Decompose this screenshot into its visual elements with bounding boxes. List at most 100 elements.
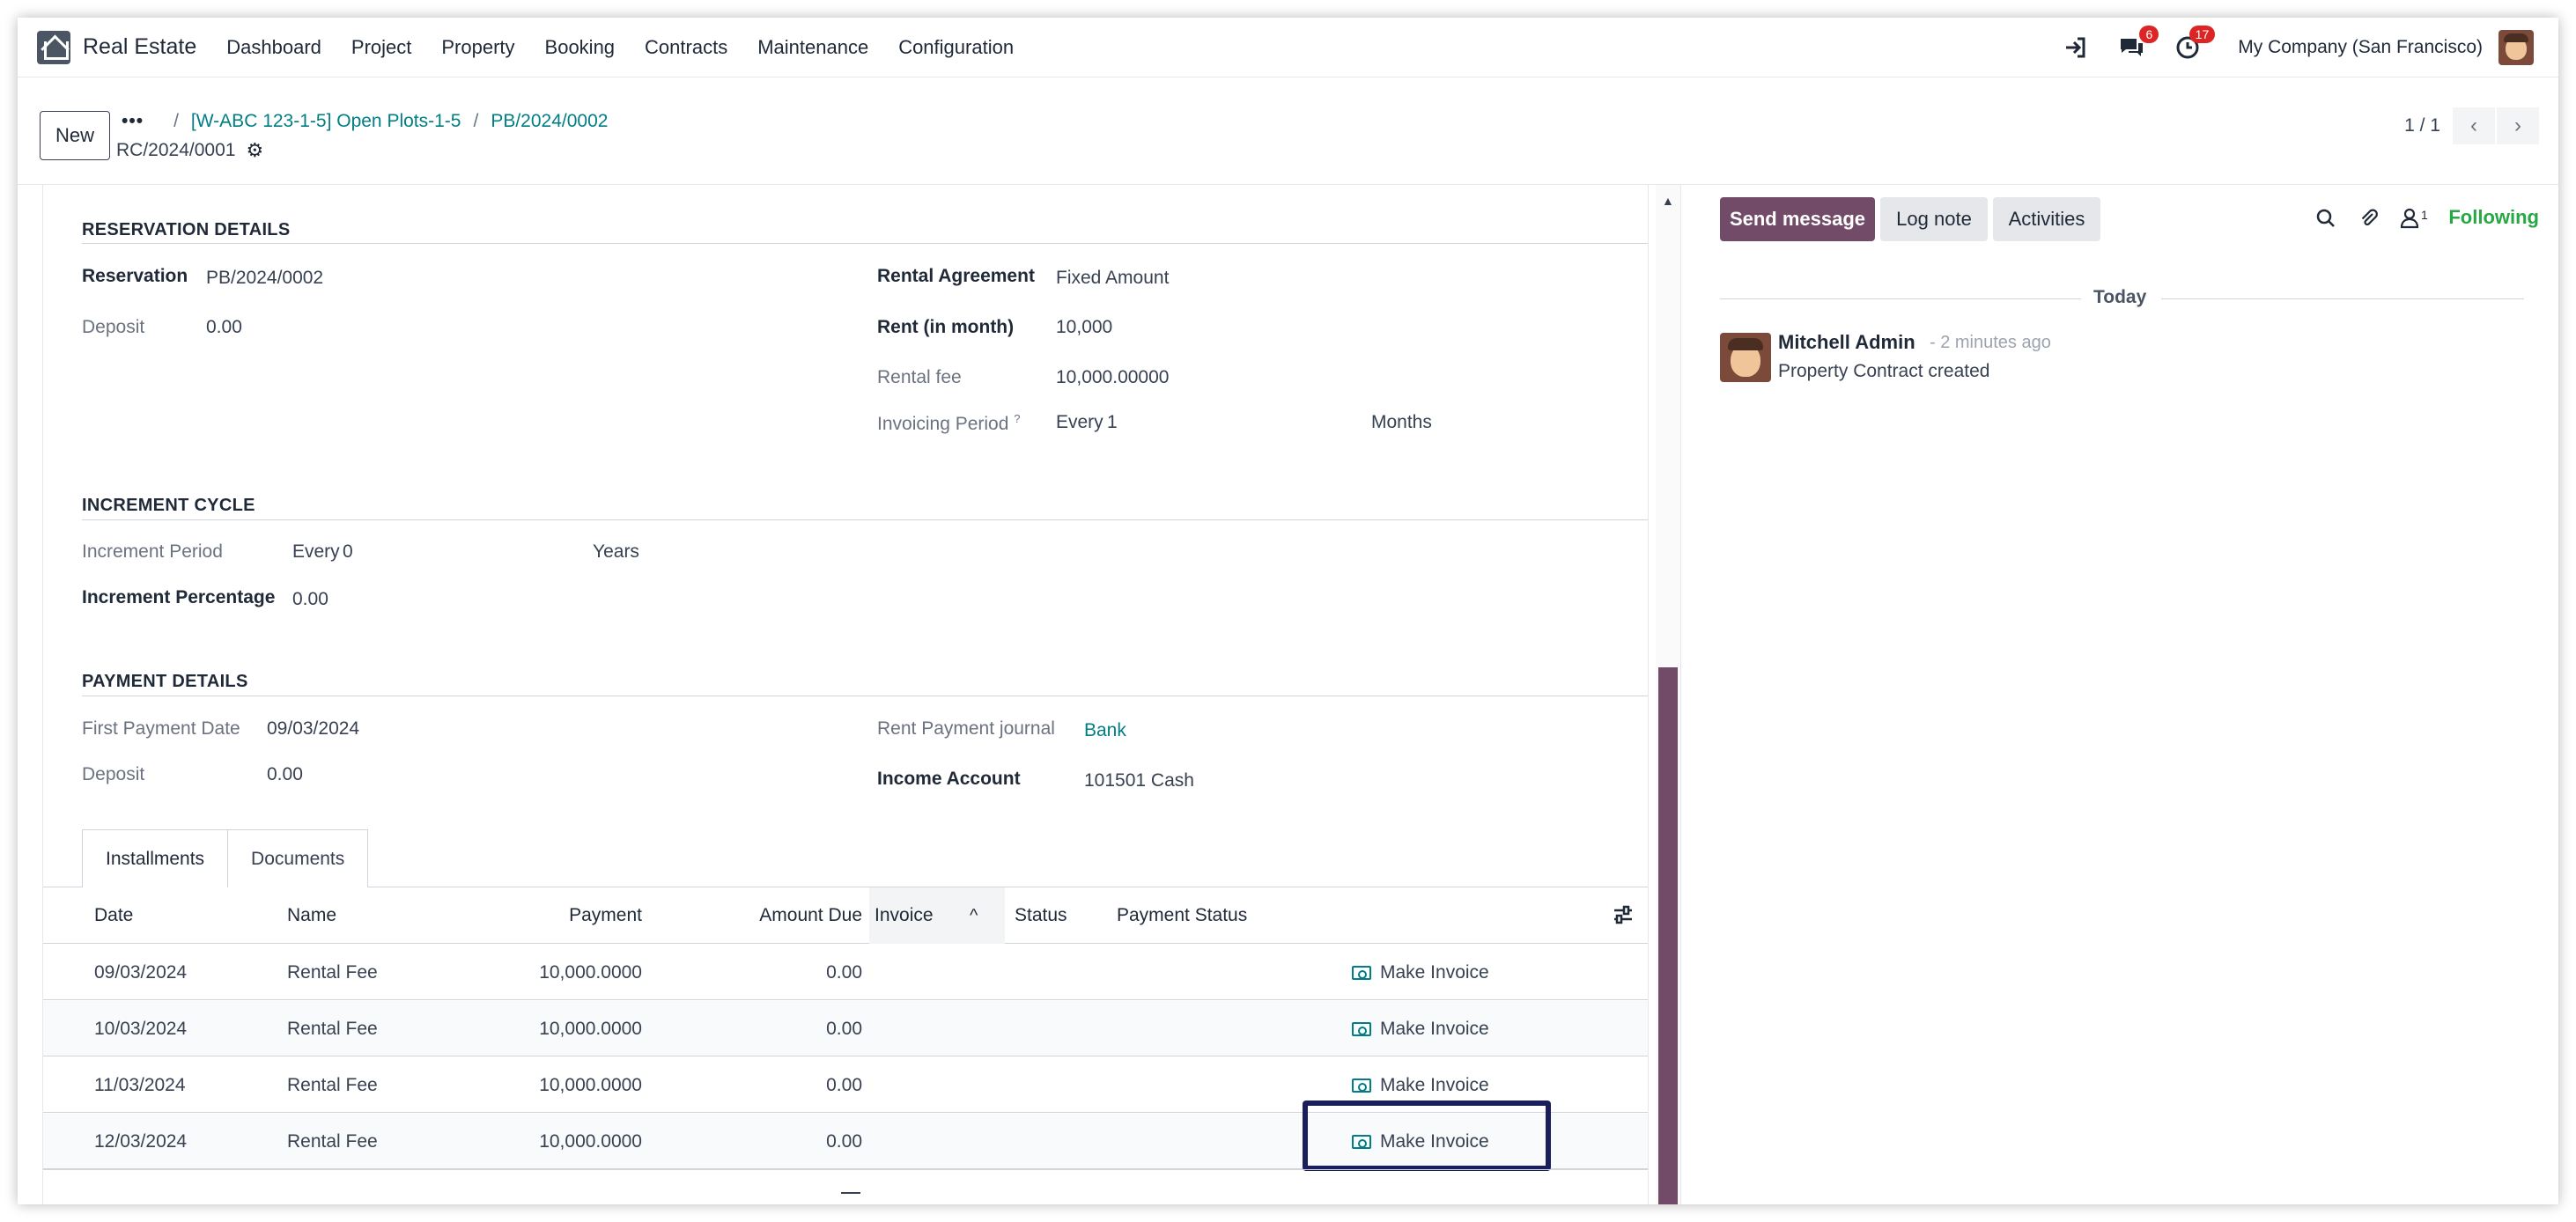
search-icon[interactable] (2315, 208, 2336, 235)
cell-amount-due: 0.00 (826, 961, 862, 983)
date-separator-line (2161, 298, 2524, 299)
record-name: RC/2024/0001 (116, 140, 236, 160)
menu-project[interactable]: Project (351, 36, 411, 59)
rental-agreement-label: Rental Agreement (877, 266, 1035, 286)
tab-installments[interactable]: Installments (82, 829, 229, 887)
increment-period-field[interactable]: 0 (343, 541, 353, 563)
increment-percentage-field[interactable]: 0.00 (292, 589, 328, 610)
form-scrollbar-thumb[interactable] (1658, 667, 1678, 1204)
user-avatar[interactable] (2498, 30, 2534, 65)
help-tooltip-icon[interactable]: ? (1014, 412, 1020, 425)
column-payment-status[interactable]: Payment Status (1117, 887, 1247, 944)
tab-documents[interactable]: Documents (228, 829, 369, 887)
rental-fee-field[interactable]: 10,000.00000 (1056, 367, 1169, 388)
send-message-button[interactable]: Send message (1720, 197, 1875, 241)
gear-icon[interactable]: ⚙ (246, 139, 263, 162)
record-title: RC/2024/0001 ⚙ (116, 139, 263, 162)
following-button[interactable]: Following (2448, 206, 2539, 229)
breadcrumb-booking-link[interactable]: PB/2024/0002 (491, 111, 608, 132)
cell-date: 12/03/2024 (94, 1130, 188, 1152)
cell-amount-due: 0.00 (826, 1074, 862, 1095)
app-name[interactable]: Real Estate (83, 34, 196, 60)
log-note-button[interactable]: Log note (1880, 197, 1988, 241)
sign-in-icon[interactable] (2060, 33, 2090, 63)
first-payment-date-label: First Payment Date (82, 718, 240, 739)
payment-deposit-field[interactable]: 0.00 (267, 764, 303, 785)
make-invoice-label: Make Invoice (1380, 1074, 1489, 1095)
pager-next-button[interactable]: › (2497, 107, 2539, 144)
first-payment-date-field[interactable]: 09/03/2024 (267, 718, 359, 740)
top-navbar: Real Estate Dashboard Project Property B… (18, 18, 2558, 77)
activities-button[interactable]: Activities (1993, 197, 2100, 241)
table-row[interactable]: 10/03/2024 Rental Fee 10,000.0000 0.00 M… (43, 1001, 1648, 1056)
invoicing-period-label: Invoicing Period ? (877, 412, 1021, 435)
breadcrumb-more-button[interactable]: ••• (122, 111, 144, 132)
income-account-label: Income Account (877, 769, 1021, 789)
reservation-field[interactable]: PB/2024/0002 (206, 268, 323, 289)
cell-amount-due: 0.00 (826, 1018, 862, 1039)
menu-booking[interactable]: Booking (545, 36, 616, 59)
make-invoice-label: Make Invoice (1380, 1018, 1489, 1039)
invoicing-period-unit[interactable]: Months (1371, 412, 1432, 433)
menu-contracts[interactable]: Contracts (645, 36, 727, 59)
rental-fee-label: Rental fee (877, 367, 962, 387)
cell-payment: 10,000.0000 (539, 1074, 642, 1095)
scroll-up-arrow-icon[interactable]: ▲ (1662, 194, 1674, 208)
section-divider (82, 519, 1648, 520)
activities-clock-icon[interactable]: 17 (2173, 26, 2216, 63)
message-author-avatar[interactable] (1720, 333, 1771, 382)
menu-property[interactable]: Property (441, 36, 514, 59)
real-estate-app-icon[interactable] (37, 30, 70, 64)
highlight-annotation-box (1303, 1101, 1551, 1171)
installments-table-header: Date Name Payment Amount Due Invoice ^ S… (43, 887, 1648, 944)
table-footer-divider (43, 1169, 1648, 1170)
message-body: Property Contract created (1778, 361, 1990, 381)
followers-button[interactable]: 1 (2400, 208, 2428, 229)
column-status[interactable]: Status (1015, 887, 1067, 944)
message-author[interactable]: Mitchell Admin (1778, 331, 1915, 354)
money-bill-icon (1352, 1021, 1371, 1036)
increment-period-unit[interactable]: Years (593, 541, 639, 563)
pager-previous-button[interactable]: ‹ (2453, 107, 2495, 144)
rent-month-field[interactable]: 10,000 (1056, 317, 1112, 338)
menu-configuration[interactable]: Configuration (898, 36, 1014, 59)
amount-due-total (841, 1192, 860, 1194)
breadcrumb-project-link[interactable]: [W-ABC 123-1-5] Open Plots-1-5 (191, 111, 461, 132)
money-bill-icon (1352, 965, 1371, 980)
column-name[interactable]: Name (287, 887, 336, 944)
invoicing-period-field[interactable]: 1 (1107, 412, 1118, 433)
rent-payment-journal-label: Rent Payment journal (877, 718, 1055, 739)
optional-columns-icon[interactable] (1613, 905, 1634, 930)
cell-date: 09/03/2024 (94, 961, 188, 983)
table-row[interactable]: 09/03/2024 Rental Fee 10,000.0000 0.00 M… (43, 945, 1648, 1000)
increment-cycle-title: INCREMENT CYCLE (82, 496, 255, 515)
followers-count: 1 (2421, 208, 2428, 222)
breadcrumb-separator: / (473, 111, 479, 131)
make-invoice-button[interactable]: Make Invoice (1352, 1001, 1489, 1056)
chevron-up-icon[interactable]: ^ (970, 887, 978, 944)
column-payment[interactable]: Payment (510, 887, 642, 944)
rent-payment-journal-field[interactable]: Bank (1084, 720, 1126, 741)
menu-maintenance[interactable]: Maintenance (757, 36, 868, 59)
income-account-field[interactable]: 101501 Cash (1084, 770, 1194, 791)
payment-deposit-label: Deposit (82, 764, 145, 784)
new-button[interactable]: New (40, 111, 110, 160)
money-bill-icon (1352, 1078, 1371, 1093)
increment-period-label: Increment Period (82, 541, 223, 562)
make-invoice-button[interactable]: Make Invoice (1352, 945, 1489, 1000)
deposit-field[interactable]: 0.00 (206, 317, 242, 338)
pager-value[interactable]: 1 / 1 (2404, 115, 2440, 136)
messages-icon[interactable]: 6 (2116, 26, 2159, 63)
chatter-panel: Send message Log note Activities 1 Follo… (1680, 185, 2558, 1204)
paperclip-icon[interactable] (2358, 208, 2379, 235)
column-invoice[interactable]: Invoice (875, 887, 934, 944)
menu-dashboard[interactable]: Dashboard (226, 36, 321, 59)
navbar-systray: 6 17 My Company (San Francisco) (2033, 18, 2534, 77)
company-switcher[interactable]: My Company (San Francisco) (2238, 37, 2483, 58)
column-date[interactable]: Date (94, 887, 133, 944)
form-sheet: RESERVATION DETAILS Reservation PB/2024/… (42, 185, 1649, 1204)
column-amount-due[interactable]: Amount Due (712, 887, 862, 944)
deposit-label: Deposit (82, 317, 145, 337)
reservation-label: Reservation (82, 266, 188, 286)
rental-agreement-field[interactable]: Fixed Amount (1056, 268, 1169, 289)
